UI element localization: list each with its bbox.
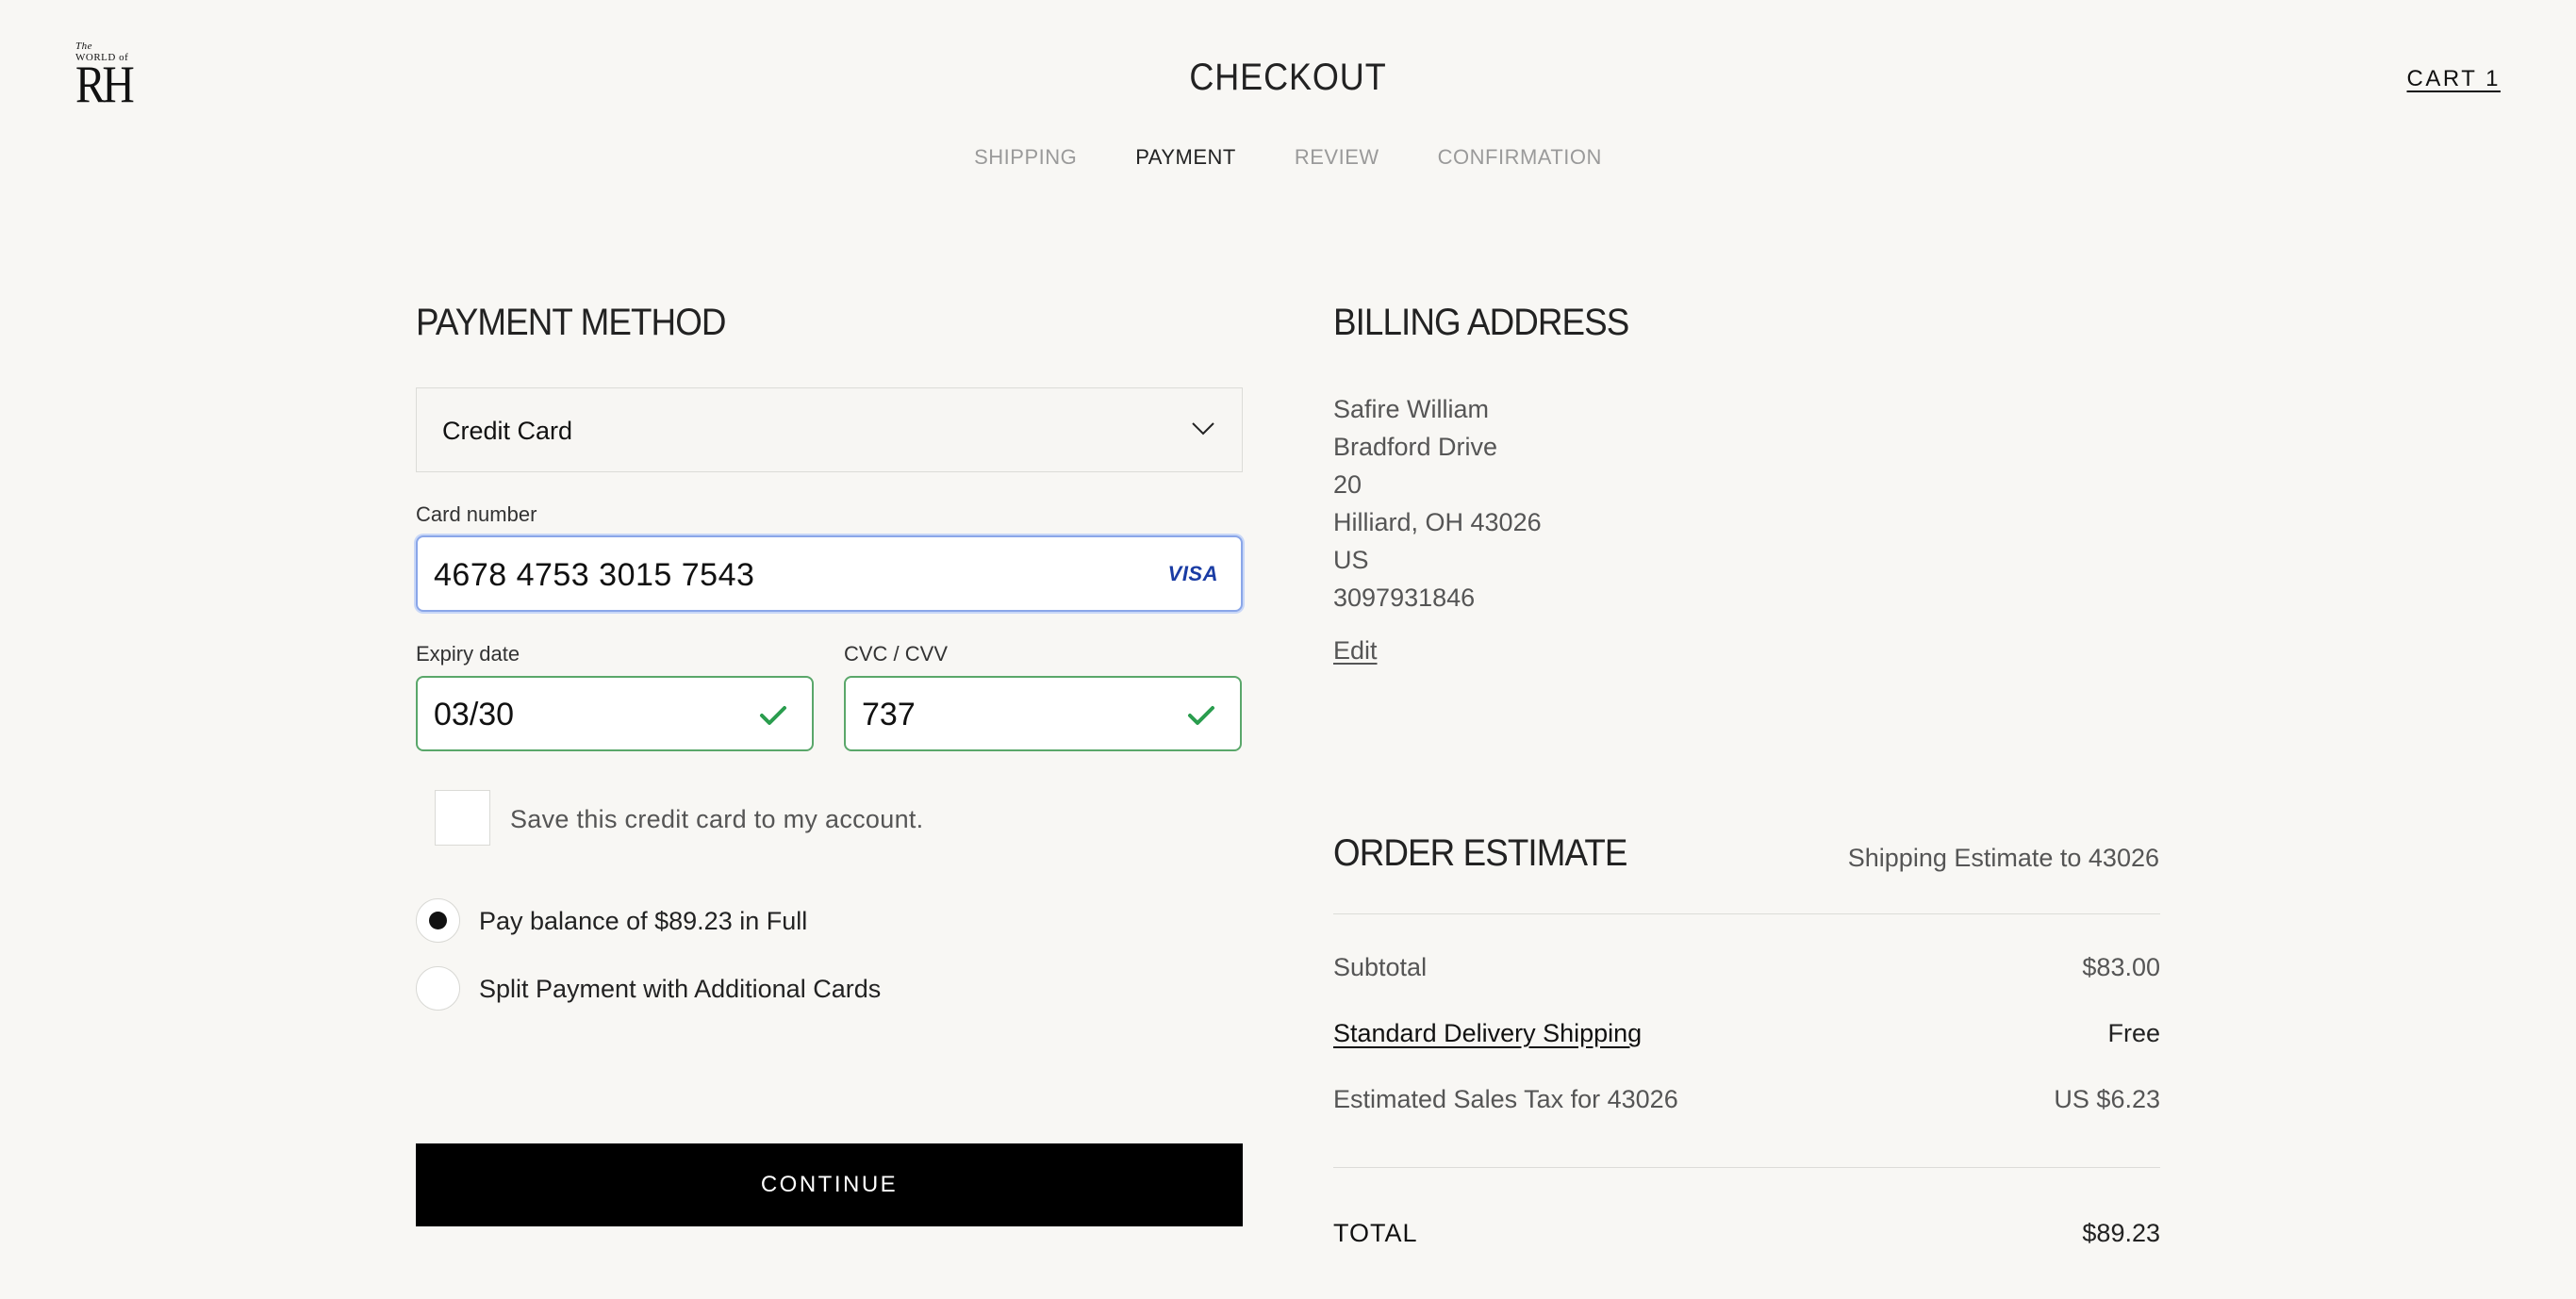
visa-icon: VISA — [1167, 562, 1218, 585]
total-row: TOTAL $89.23 — [1333, 1219, 2160, 1251]
step-review[interactable]: REVIEW — [1295, 145, 1379, 170]
billing-phone: 3097931846 — [1333, 584, 1476, 612]
checkmark-icon — [760, 706, 786, 725]
pay-full-radio[interactable] — [416, 898, 460, 943]
billing-street: Bradford Drive — [1333, 433, 1498, 461]
divider — [1333, 913, 2160, 914]
continue-button[interactable]: CONTINUE — [416, 1143, 1243, 1226]
tax-value: US $6.23 — [2054, 1085, 2160, 1113]
shipping-method-link[interactable]: Standard Delivery Shipping — [1333, 1019, 1642, 1048]
split-payment-radio[interactable] — [416, 966, 460, 1011]
billing-address-heading: BILLING ADDRESS — [1333, 302, 1629, 343]
cvc-value: 737 — [862, 697, 916, 732]
billing-address: Safire William Bradford Drive 20 Hilliar… — [1333, 390, 1542, 617]
expiry-label: Expiry date — [416, 642, 520, 666]
cvc-field[interactable]: 737 — [844, 676, 1242, 751]
page-title: CHECKOUT — [1189, 57, 1387, 98]
checkout-steps: SHIPPING PAYMENT REVIEW CONFIRMATION — [0, 145, 2576, 170]
pay-full-label[interactable]: Pay balance of $89.23 in Full — [479, 907, 807, 936]
expiry-value: 03/30 — [434, 697, 515, 732]
subtotal-value: $83.00 — [2082, 953, 2160, 981]
payment-method-select[interactable]: Credit Card — [416, 387, 1243, 472]
step-payment[interactable]: PAYMENT — [1135, 145, 1236, 170]
billing-number: 20 — [1333, 470, 1362, 499]
shipping-value: Free — [2107, 1019, 2160, 1047]
subtotal-row: Subtotal $83.00 — [1333, 953, 2160, 985]
logo-line1: The — [75, 41, 92, 52]
step-shipping[interactable]: SHIPPING — [974, 145, 1077, 170]
chevron-down-icon — [1192, 422, 1214, 436]
checkmark-icon — [1188, 706, 1214, 725]
logo-mark: RH — [75, 56, 135, 114]
tax-row: Estimated Sales Tax for 43026 US $6.23 — [1333, 1085, 2160, 1117]
billing-country: US — [1333, 546, 1369, 574]
billing-city: Hilliard, OH 43026 — [1333, 508, 1542, 536]
order-estimate-heading: ORDER ESTIMATE — [1333, 832, 1627, 874]
subtotal-label: Subtotal — [1333, 953, 1428, 981]
save-card-checkbox[interactable] — [435, 790, 490, 846]
shipping-row: Standard Delivery Shipping Free — [1333, 1019, 2160, 1051]
expiry-field[interactable]: 03/30 — [416, 676, 814, 751]
tax-label: Estimated Sales Tax for 43026 — [1333, 1085, 1678, 1113]
split-payment-label[interactable]: Split Payment with Additional Cards — [479, 975, 881, 1004]
payment-method-heading: PAYMENT METHOD — [416, 302, 726, 343]
cart-link[interactable]: CART 1 — [2407, 66, 2501, 92]
total-value: $89.23 — [2082, 1219, 2160, 1247]
shipping-estimate: Shipping Estimate to 43026 — [1847, 844, 2159, 872]
step-confirmation[interactable]: CONFIRMATION — [1438, 145, 1602, 170]
billing-name: Safire William — [1333, 395, 1490, 423]
divider — [1333, 1167, 2160, 1168]
cvc-label: CVC / CVV — [844, 642, 949, 666]
edit-billing-link[interactable]: Edit — [1333, 636, 1378, 666]
card-number-field[interactable]: 4678 4753 3015 7543 VISA — [416, 535, 1243, 612]
card-number-value: 4678 4753 3015 7543 — [434, 557, 755, 593]
payment-method-value: Credit Card — [442, 417, 573, 445]
save-card-label[interactable]: Save this credit card to my account. — [510, 805, 924, 834]
card-number-label: Card number — [416, 502, 537, 526]
total-label: TOTAL — [1333, 1219, 1418, 1247]
